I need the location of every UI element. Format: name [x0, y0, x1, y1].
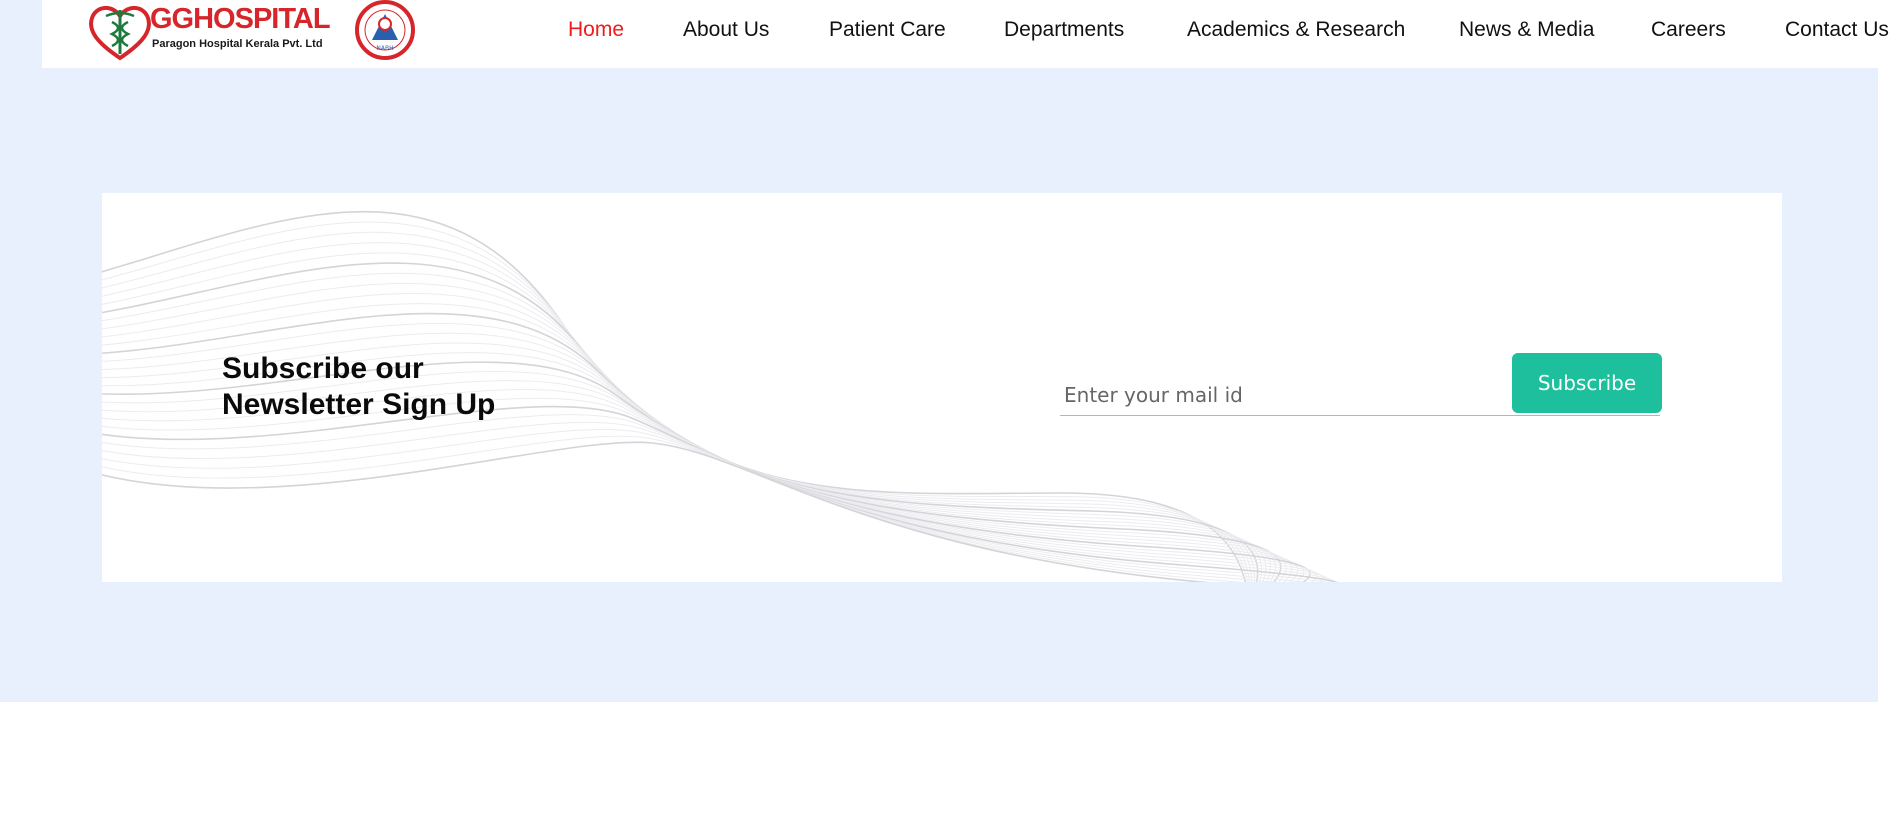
- wave-line: [102, 282, 1267, 582]
- wave-line: [102, 441, 1210, 582]
- nav-home[interactable]: Home: [568, 18, 624, 42]
- wave-line: [102, 405, 1339, 582]
- brand-title: GGHOSPITAL: [150, 3, 331, 35]
- nabh-badge-icon: NABH: [355, 0, 415, 60]
- nav-departments[interactable]: Departments: [1004, 18, 1124, 42]
- newsletter-card: Subscribe our Newsletter Sign Up Subscri…: [102, 193, 1782, 582]
- wave-line: [102, 272, 1262, 582]
- nav-academics-research[interactable]: Academics & Research: [1187, 18, 1405, 42]
- wave-line: [102, 397, 1336, 582]
- subscribe-button[interactable]: Subscribe: [1512, 353, 1662, 413]
- nav-contact-us[interactable]: Contact Us: [1785, 18, 1889, 42]
- heart-caduceus-icon: [89, 6, 151, 61]
- hospital-logo[interactable]: GGHOSPITAL Paragon Hospital Kerala Pvt. …: [86, 0, 416, 62]
- newsletter-title: Subscribe our Newsletter Sign Up: [222, 352, 496, 421]
- site-header: GGHOSPITAL Paragon Hospital Kerala Pvt. …: [42, 0, 1890, 68]
- wave-line: [102, 435, 1243, 582]
- brand-subtitle: Paragon Hospital Kerala Pvt. Ltd: [152, 38, 323, 50]
- nav-patient-care[interactable]: Patient Care: [829, 18, 946, 42]
- wave-line: [102, 428, 1278, 582]
- nabh-badge-text: NABH: [376, 45, 393, 52]
- nav-news-media[interactable]: News & Media: [1459, 18, 1594, 42]
- nav-about-us[interactable]: About Us: [683, 18, 769, 42]
- nav-careers[interactable]: Careers: [1651, 18, 1726, 42]
- wave-line: [102, 293, 1272, 582]
